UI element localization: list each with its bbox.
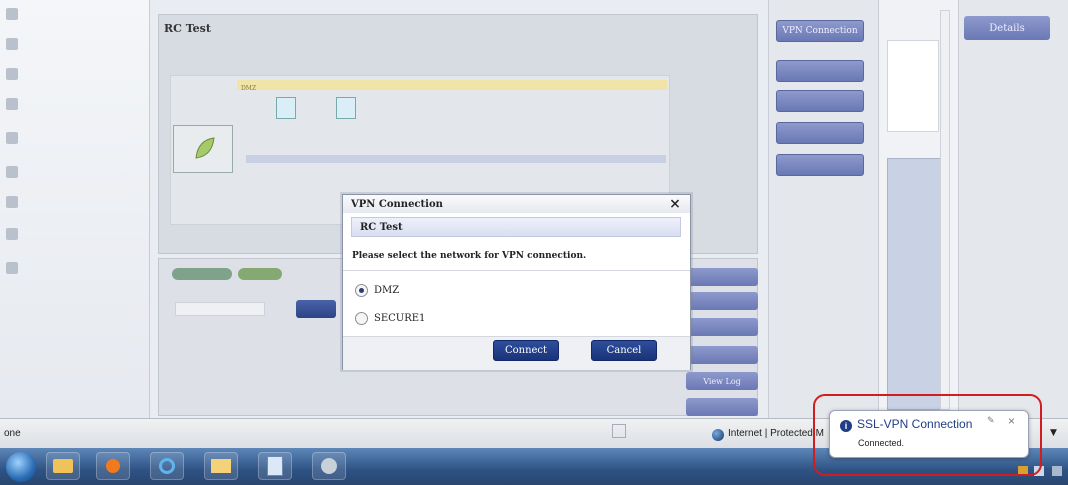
scrollbar[interactable] <box>940 10 950 410</box>
menu-icon <box>6 132 18 144</box>
router-node-icon[interactable] <box>173 125 233 173</box>
start-button-icon[interactable] <box>6 452 36 482</box>
media-player-icon[interactable] <box>96 452 130 480</box>
dmz-zone-band: DMZ <box>237 80 667 92</box>
bottom-button-4[interactable] <box>686 346 758 364</box>
sidebar-item[interactable] <box>6 258 146 278</box>
view-log-button[interactable]: View Log <box>686 372 758 390</box>
sidebar-item[interactable] <box>6 64 146 84</box>
document-icon[interactable] <box>258 452 292 480</box>
action-button-3[interactable] <box>776 90 864 112</box>
sidebar-item[interactable] <box>6 224 146 244</box>
radio-button[interactable] <box>355 312 368 325</box>
action-button-4[interactable] <box>776 122 864 144</box>
network-name-field: RC Test <box>351 217 681 237</box>
details-column <box>958 0 1068 418</box>
bottom-button-6[interactable] <box>686 398 758 416</box>
sidebar <box>0 0 150 418</box>
menu-icon <box>6 228 18 240</box>
radio-option-secure1[interactable]: SECURE1 <box>355 312 425 325</box>
highlight-outline <box>813 394 1042 476</box>
running-badge <box>172 268 232 280</box>
tray-icon[interactable] <box>1052 466 1062 476</box>
menu-icon <box>6 38 18 50</box>
detail-box <box>887 40 939 132</box>
status-text: one <box>4 428 21 439</box>
action-button-2[interactable] <box>776 60 864 82</box>
secure-zone-band <box>246 155 666 163</box>
menu-icon <box>6 196 18 208</box>
mail-icon[interactable] <box>204 452 238 480</box>
action-button[interactable] <box>296 300 336 318</box>
sidebar-item[interactable] <box>6 128 146 148</box>
menu-icon <box>6 98 18 110</box>
divider <box>343 270 690 271</box>
radio-button-selected[interactable] <box>355 284 368 297</box>
sidebar-item[interactable] <box>6 94 146 114</box>
sidebar-item[interactable] <box>6 162 146 182</box>
sidebar-item[interactable] <box>6 4 146 24</box>
bottom-button-2[interactable] <box>686 292 758 310</box>
action-button-5[interactable] <box>776 154 864 176</box>
connect-button[interactable]: Connect <box>493 340 559 361</box>
globe-icon <box>712 429 724 441</box>
cancel-button[interactable]: Cancel <box>591 340 657 361</box>
server-node-icon[interactable] <box>276 97 296 119</box>
folder-icon[interactable] <box>46 452 80 480</box>
status-badge <box>238 268 282 280</box>
settings-icon[interactable] <box>312 452 346 480</box>
radio-option-dmz[interactable]: DMZ <box>355 284 399 297</box>
menu-icon <box>6 8 18 20</box>
browser-icon[interactable] <box>150 452 184 480</box>
page-icon <box>612 424 626 438</box>
radio-dot <box>359 288 364 293</box>
bottom-button-1[interactable] <box>686 268 758 286</box>
vpn-connection-button[interactable]: VPN Connection <box>776 20 864 42</box>
menu-icon <box>6 166 18 178</box>
sidebar-item[interactable] <box>6 34 146 54</box>
zone-status[interactable]: Internet | Protected M <box>728 428 824 439</box>
leaf-icon <box>195 137 215 159</box>
menu-icon <box>6 68 18 80</box>
bottom-button-3[interactable] <box>686 318 758 336</box>
secure-zone-label <box>246 160 250 167</box>
page-title: RC Test <box>164 22 211 35</box>
close-icon[interactable]: × <box>664 195 686 213</box>
dropdown-arrow-icon[interactable]: ▼ <box>1050 428 1057 438</box>
dialog-title: VPN Connection <box>343 195 690 213</box>
server-node-icon[interactable] <box>336 97 356 119</box>
dmz-zone-label: DMZ <box>241 85 257 92</box>
menu-icon <box>6 262 18 274</box>
ip-field <box>175 302 265 316</box>
option-label: DMZ <box>374 285 400 296</box>
dialog-prompt: Please select the network for VPN connec… <box>352 251 587 261</box>
details-button[interactable]: Details <box>964 16 1050 40</box>
option-label: SECURE1 <box>374 313 426 324</box>
sidebar-item[interactable] <box>6 192 146 212</box>
